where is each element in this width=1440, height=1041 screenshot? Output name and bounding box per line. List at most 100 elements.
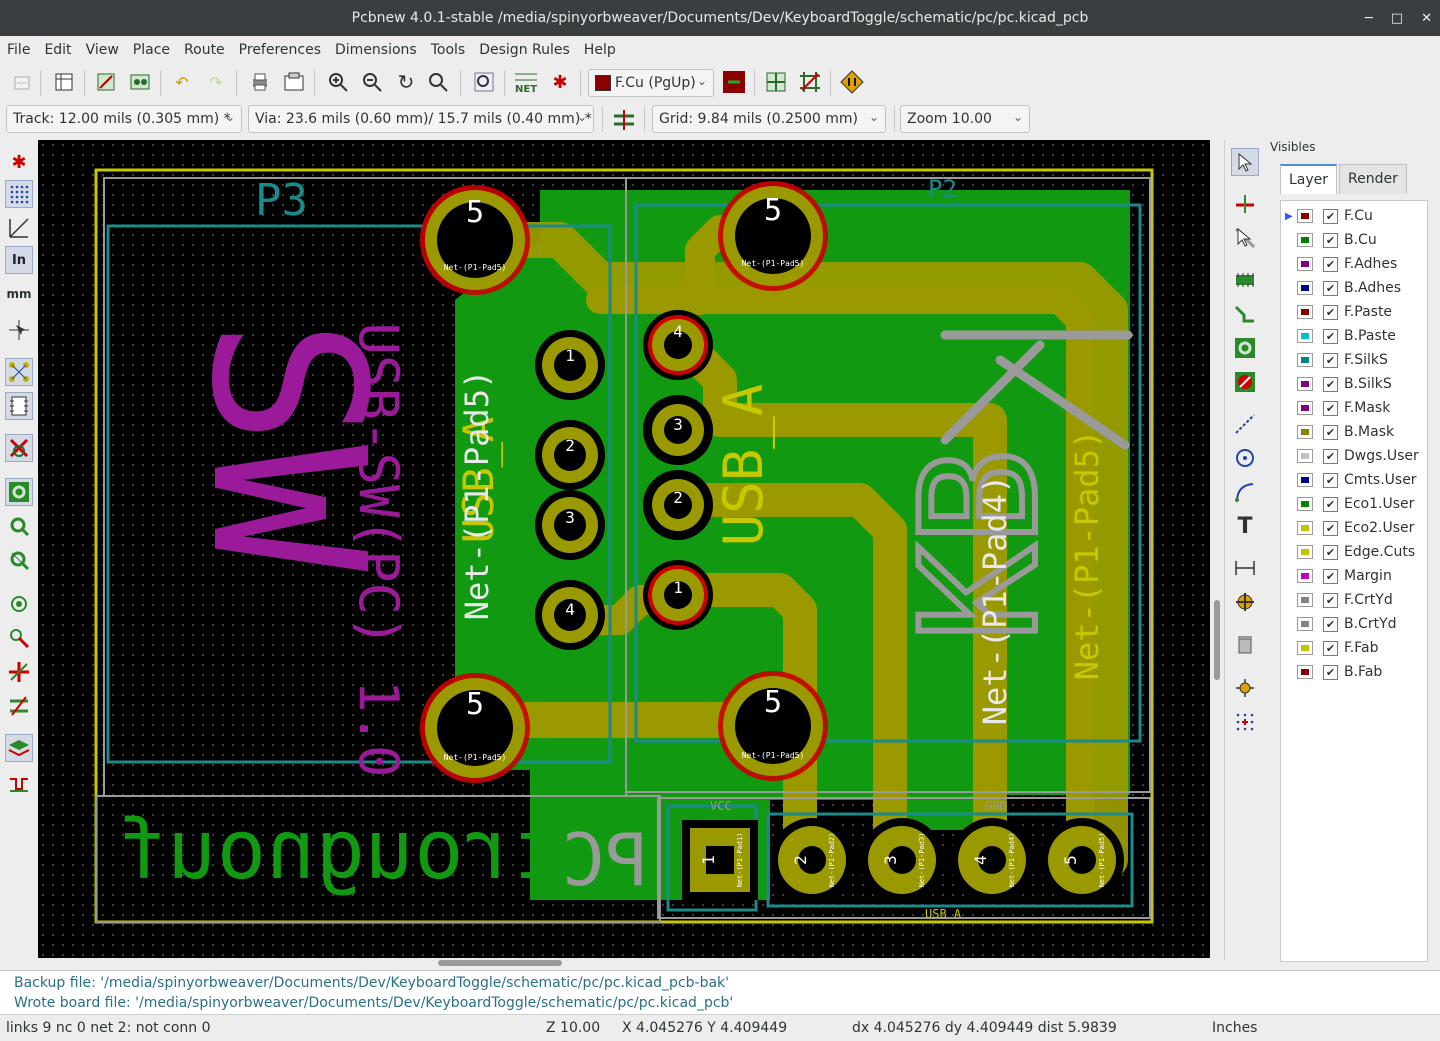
layer-visibility-checkbox[interactable]: ✔ (1323, 304, 1338, 320)
layer-visibility-checkbox[interactable]: ✔ (1323, 232, 1338, 248)
layer-row[interactable]: ✔ F.SilkS (1281, 349, 1427, 371)
delete-ratsnest-icon[interactable] (5, 434, 33, 462)
layer-visibility-checkbox[interactable]: ✔ (1323, 568, 1338, 584)
polar-coords-icon[interactable] (5, 214, 33, 242)
layer-color-swatch[interactable] (1297, 593, 1313, 607)
layer-row[interactable]: ✔ F.CrtYd (1281, 589, 1427, 611)
layer-row[interactable]: ✔ B.Mask (1281, 421, 1427, 443)
add-footprint-icon[interactable] (1231, 266, 1259, 294)
horizontal-scrollbar[interactable] (38, 958, 1210, 968)
auto-place-icon[interactable] (762, 68, 790, 96)
layer-color-swatch[interactable] (1297, 233, 1313, 247)
add-target-icon[interactable] (1231, 588, 1259, 616)
layer-color-swatch[interactable] (1297, 521, 1313, 535)
page-settings-icon[interactable] (50, 68, 78, 96)
layer-visibility-checkbox[interactable]: ✔ (1323, 496, 1338, 512)
drc-icon[interactable]: ✱ (546, 68, 574, 96)
layer-row[interactable]: ✔ Edge.Cuts (1281, 541, 1427, 563)
vertical-scroll-thumb[interactable] (1214, 600, 1220, 680)
microwave-tools-icon[interactable] (5, 770, 33, 798)
find-icon[interactable] (470, 68, 498, 96)
cursor-shape-icon[interactable] (5, 316, 33, 344)
module-ratsnest-icon[interactable] (5, 392, 33, 420)
layer-visibility-checkbox[interactable]: ✔ (1323, 400, 1338, 416)
netlist-read-icon[interactable]: NET (512, 68, 540, 96)
menu-preferences[interactable]: Preferences (232, 42, 328, 58)
track-width-select[interactable]: Track: 12.00 mils (0.305 mm) * ⌄ (6, 105, 242, 133)
menu-file[interactable]: File (0, 42, 37, 58)
local-ratsnest-icon[interactable] (1231, 224, 1259, 252)
layer-row[interactable]: ✔ B.Adhes (1281, 277, 1427, 299)
maximize-icon[interactable]: □ (1391, 11, 1403, 26)
load-footprints-icon[interactable] (126, 68, 154, 96)
layer-color-swatch[interactable] (1297, 209, 1313, 223)
show-zones-icon[interactable] (5, 478, 33, 506)
layer-row[interactable]: ✔ F.Mask (1281, 397, 1427, 419)
zoom-select[interactable]: Zoom 10.00 ⌄ (900, 105, 1030, 133)
layer-row[interactable]: ✔ Dwgs.User (1281, 445, 1427, 467)
menu-route[interactable]: Route (177, 42, 232, 58)
layer-color-swatch[interactable] (1297, 641, 1313, 655)
grid-select[interactable]: Grid: 9.84 mils (0.2500 mm) ⌄ (652, 105, 886, 133)
layer-color-swatch[interactable] (1297, 401, 1313, 415)
auto-route-icon[interactable] (796, 68, 824, 96)
print-icon[interactable] (246, 68, 274, 96)
layer-visibility-checkbox[interactable]: ✔ (1323, 616, 1338, 632)
layer-visibility-checkbox[interactable]: ✔ (1323, 208, 1338, 224)
menu-edit[interactable]: Edit (37, 42, 78, 58)
layer-row[interactable]: ✔ B.CrtYd (1281, 613, 1427, 635)
layer-visibility-checkbox[interactable]: ✔ (1323, 448, 1338, 464)
layer-visibility-checkbox[interactable]: ✔ (1323, 520, 1338, 536)
layer-row[interactable]: ✔ F.Adhes (1281, 253, 1427, 275)
horizontal-scroll-thumb[interactable] (438, 960, 562, 966)
microwave-icon[interactable] (838, 68, 866, 96)
redraw-icon[interactable]: ↻ (392, 68, 420, 96)
tab-render[interactable]: Render (1339, 164, 1407, 194)
minimize-icon[interactable]: ─ (1365, 11, 1373, 26)
auto-track-width-icon[interactable] (610, 106, 638, 134)
add-dimension-icon[interactable] (1231, 554, 1259, 582)
layer-row[interactable]: ✔ Cmts.User (1281, 469, 1427, 491)
layer-visibility-checkbox[interactable]: ✔ (1323, 664, 1338, 680)
new-board-icon[interactable] (8, 68, 36, 96)
zoom-in-icon[interactable] (324, 68, 352, 96)
layer-color-swatch[interactable] (1297, 497, 1313, 511)
layer-row[interactable]: ✔ B.Paste (1281, 325, 1427, 347)
grid-toggle-icon[interactable] (5, 180, 33, 208)
layer-row[interactable]: ▶ ✔ F.Cu (1281, 205, 1427, 227)
units-inch-button[interactable]: In (5, 246, 33, 274)
layer-visibility-checkbox[interactable]: ✔ (1323, 352, 1338, 368)
add-circle-icon[interactable] (1231, 444, 1259, 472)
layer-color-swatch[interactable] (1297, 377, 1313, 391)
layer-color-swatch[interactable] (1297, 545, 1313, 559)
menu-help[interactable]: Help (577, 42, 623, 58)
add-text-icon[interactable]: T (1231, 512, 1259, 540)
pcb-canvas[interactable]: 5 Net-(P1-Pad5) 5 Net-(P1-Pad5) 5 Net-(P… (38, 140, 1210, 958)
via-sketch-icon[interactable] (5, 624, 33, 652)
layer-visibility-checkbox[interactable]: ✔ (1323, 280, 1338, 296)
via-size-select[interactable]: Via: 23.6 mils (0.60 mm)/ 15.7 mils (0.4… (248, 105, 594, 133)
delete-icon[interactable] (1231, 630, 1259, 658)
layer-color-swatch[interactable] (1297, 665, 1313, 679)
layer-row[interactable]: ✔ Eco1.User (1281, 493, 1427, 515)
graphic-line-icon[interactable] (1231, 410, 1259, 438)
layer-visibility-checkbox[interactable]: ✔ (1323, 640, 1338, 656)
layer-visibility-checkbox[interactable]: ✔ (1323, 328, 1338, 344)
layer-color-swatch[interactable] (1297, 305, 1313, 319)
add-arc-icon[interactable] (1231, 478, 1259, 506)
layer-color-swatch[interactable] (1297, 569, 1313, 583)
layer-color-swatch[interactable] (1297, 473, 1313, 487)
show-zones-outline-icon[interactable] (5, 512, 33, 540)
show-zones-disable-icon[interactable] (5, 546, 33, 574)
layer-color-swatch[interactable] (1297, 329, 1313, 343)
track-sketch-icon[interactable] (5, 658, 33, 686)
layer-row[interactable]: ✔ B.Fab (1281, 661, 1427, 683)
menu-dimensions[interactable]: Dimensions (328, 42, 424, 58)
layer-row[interactable]: ✔ B.Cu (1281, 229, 1427, 251)
set-origin-icon[interactable] (1231, 674, 1259, 702)
zoom-fit-icon[interactable] (424, 68, 452, 96)
layer-select[interactable]: F.Cu (PgUp) ⌄ (588, 69, 714, 97)
layer-row[interactable]: ✔ F.Fab (1281, 637, 1427, 659)
vertical-scrollbar[interactable] (1210, 140, 1224, 958)
units-mm-button[interactable]: mm (5, 280, 33, 308)
